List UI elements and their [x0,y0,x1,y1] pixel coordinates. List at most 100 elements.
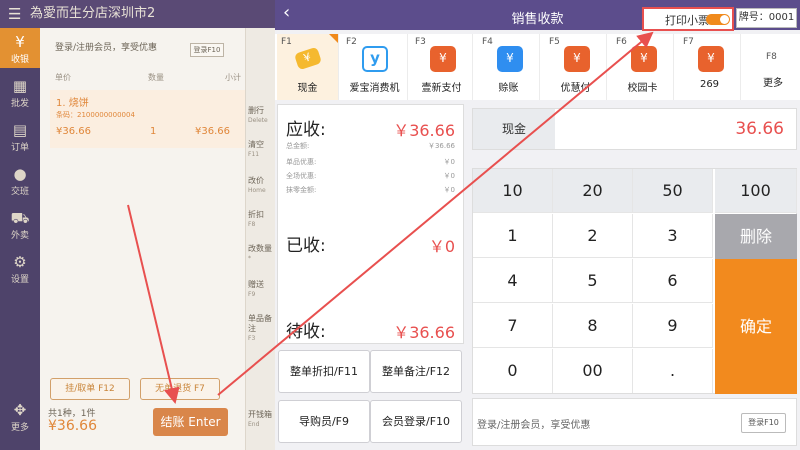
payment-method-campus-card[interactable]: F6 校园卡 [612,34,674,100]
member-login-bar-button[interactable]: 登录F10 [741,413,786,433]
item-name: 1. 烧饼 [56,98,89,109]
wholesale-icon: ▦ [12,77,28,95]
key-0[interactable]: 0 [473,349,553,393]
item-note-action[interactable]: 单品备注 F3 [248,314,275,344]
amount-remaining-value: ￥36.66 [393,323,455,342]
cash-icon [293,46,323,71]
store-title: 為愛而生分店深圳市2 [30,6,156,21]
key-100[interactable]: 100 [715,169,797,213]
rail-item-orders[interactable]: ▤ 订单 [0,116,40,156]
discount-action[interactable]: 折扣 F8 [248,210,275,230]
rail-item-wholesale[interactable]: ▦ 批发 [0,72,40,112]
payment-method-credit[interactable]: F4 赊账 [478,34,540,100]
member-login-bar: 登录/注册会员，享受优惠 登录F10 [472,398,797,446]
delete-button[interactable]: 删除 [715,214,797,259]
clear-action[interactable]: 清空 F11 [248,140,275,160]
selected-corner-icon [329,34,338,43]
key-2[interactable]: 2 [553,214,633,258]
rail-item-settings[interactable]: ⚙ 设置 [0,248,40,288]
open-drawer-action[interactable]: 开钱箱 End [248,410,275,430]
payment-method-youhui[interactable]: F5 优慧付 [545,34,607,100]
column-subtotal: 小计 [225,73,241,82]
cart-row[interactable]: 1. 烧饼 条码：2100000000004 ¥36.66 1 ¥36.66 [50,90,245,148]
rail-item-shift[interactable]: ● 交班 [0,160,40,200]
payment-method-aibao[interactable]: F2 爱宝消费机 [342,34,408,100]
background-pos-screen: ☰ 為愛而生分店深圳市2 ¥ 收银 ▦ 批发 ▤ 订单 ● 交班 ⛟ 外卖 ⚙ 设置 ✥ 更多… [0,0,275,450]
key-3[interactable]: 3 [633,214,713,258]
more-icon: ✥ [13,401,27,419]
confirm-button[interactable]: 确定 [715,259,797,394]
key-8[interactable]: 8 [553,304,633,348]
hold-order-button[interactable]: 挂/取单 F12 [50,378,130,400]
summary-card: 应收: ￥36.66 总金额: ￥36.66 单品优惠: ￥0 全场优惠: ￥0… [277,104,464,344]
cart-total: ¥36.66 [48,418,97,434]
payment-methods: F1 现金 F2 爱宝消费机 F3 壹新支付 F4 赊账 F5 优慧付 F6 校… [275,34,800,100]
change-price-action[interactable]: 改价 Home [248,176,275,196]
key-20[interactable]: 20 [553,169,633,213]
key-7[interactable]: 7 [473,304,553,348]
amount-paid-label: 已收: [286,236,326,256]
member-login-button[interactable]: 登录F10 [190,43,224,57]
order-discount-button[interactable]: 整单折扣/F11 [278,350,370,393]
store-title-bar: ☰ 為愛而生分店深圳市2 [0,0,275,28]
payment-method-cash[interactable]: F1 现金 [277,34,339,100]
cart-panel: 登录/注册会员，享受优惠 登录F10 单价 数量 小计 1. 烧饼 条码：210… [40,28,245,450]
key-5[interactable]: 5 [553,259,633,303]
amount-due-value: ￥36.66 [393,121,455,140]
rail-item-more[interactable]: ✥ 更多 [0,396,40,436]
salesperson-button[interactable]: 导购员/F9 [278,400,370,443]
action-column: 删行 Delete 清空 F11 改价 Home 折扣 F8 改数量 * 赠送 F9 单品备… [245,28,275,450]
change-qty-action[interactable]: 改数量 * [248,244,275,264]
key-1[interactable]: 1 [473,214,553,258]
selected-method-label: 现金 [473,109,555,149]
rail-item-cashier[interactable]: ¥ 收银 [0,28,40,68]
column-qty: 数量 [148,73,164,82]
print-receipt-label: 打印小票 [665,14,709,27]
key-4[interactable]: 4 [473,259,553,303]
checkout-button[interactable]: 结账 Enter [153,408,228,436]
delete-row-action[interactable]: 删行 Delete [248,106,275,126]
wallet-icon [430,46,456,72]
print-receipt-toggle[interactable] [706,14,730,25]
settings-icon: ⚙ [13,253,27,271]
keypad: 10 20 50 100 1 2 3 4 5 6 7 8 9 0 00 . 删除… [472,168,797,394]
amount-paid-value: ￥0 [428,237,455,256]
wallet-icon [698,46,724,72]
wallet-icon [631,46,657,72]
item-qty: 1 [150,126,157,137]
item-subtotal: ¥36.66 [195,126,230,137]
plate-number[interactable]: 牌号：0001 [736,8,797,28]
member-login-text: 登录/注册会员，享受优惠 [477,420,591,431]
rail-item-delivery[interactable]: ⛟ 外卖 [0,204,40,244]
payment-method-269[interactable]: F7 269 [679,34,741,100]
payment-amount-input[interactable]: 36.66 [735,119,784,139]
wallet-icon [564,46,590,72]
gift-action[interactable]: 赠送 F9 [248,280,275,300]
return-without-receipt-button[interactable]: 无单退货 F7 [140,378,220,400]
member-login-prompt: 登录/注册会员，享受优惠 [55,43,158,53]
key-6[interactable]: 6 [633,259,713,303]
nav-rail: ¥ 收银 ▦ 批发 ▤ 订单 ● 交班 ⛟ 外卖 ⚙ 设置 ✥ 更多 [0,28,40,450]
column-price: 单价 [55,73,71,82]
member-login-f10-button[interactable]: 会员登录/F10 [370,400,462,443]
selected-method-row[interactable]: 现金 36.66 [472,108,797,150]
amount-due-label: 应收: [286,120,326,140]
credit-icon [497,46,523,72]
amount-remaining-label: 待收: [286,322,326,342]
payment-method-more[interactable]: F8 更多 [746,34,800,100]
item-code: 条码：2100000000004 [56,111,135,119]
key-9[interactable]: 9 [633,304,713,348]
key-10[interactable]: 10 [473,169,553,213]
order-icon: ▤ [12,121,28,139]
item-price: ¥36.66 [56,126,91,137]
menu-icon[interactable]: ☰ [8,0,21,28]
payment-method-yixin[interactable]: F3 壹新支付 [411,34,473,100]
order-note-button[interactable]: 整单备注/F12 [370,350,462,393]
key-50[interactable]: 50 [633,169,713,213]
toggle-knob [720,15,729,24]
delivery-icon: ⛟ [10,209,30,227]
key-dot[interactable]: . [633,349,713,393]
shift-icon: ● [13,165,27,183]
key-00[interactable]: 00 [553,349,633,393]
print-receipt-toggle-group[interactable]: 打印小票 [642,7,734,31]
